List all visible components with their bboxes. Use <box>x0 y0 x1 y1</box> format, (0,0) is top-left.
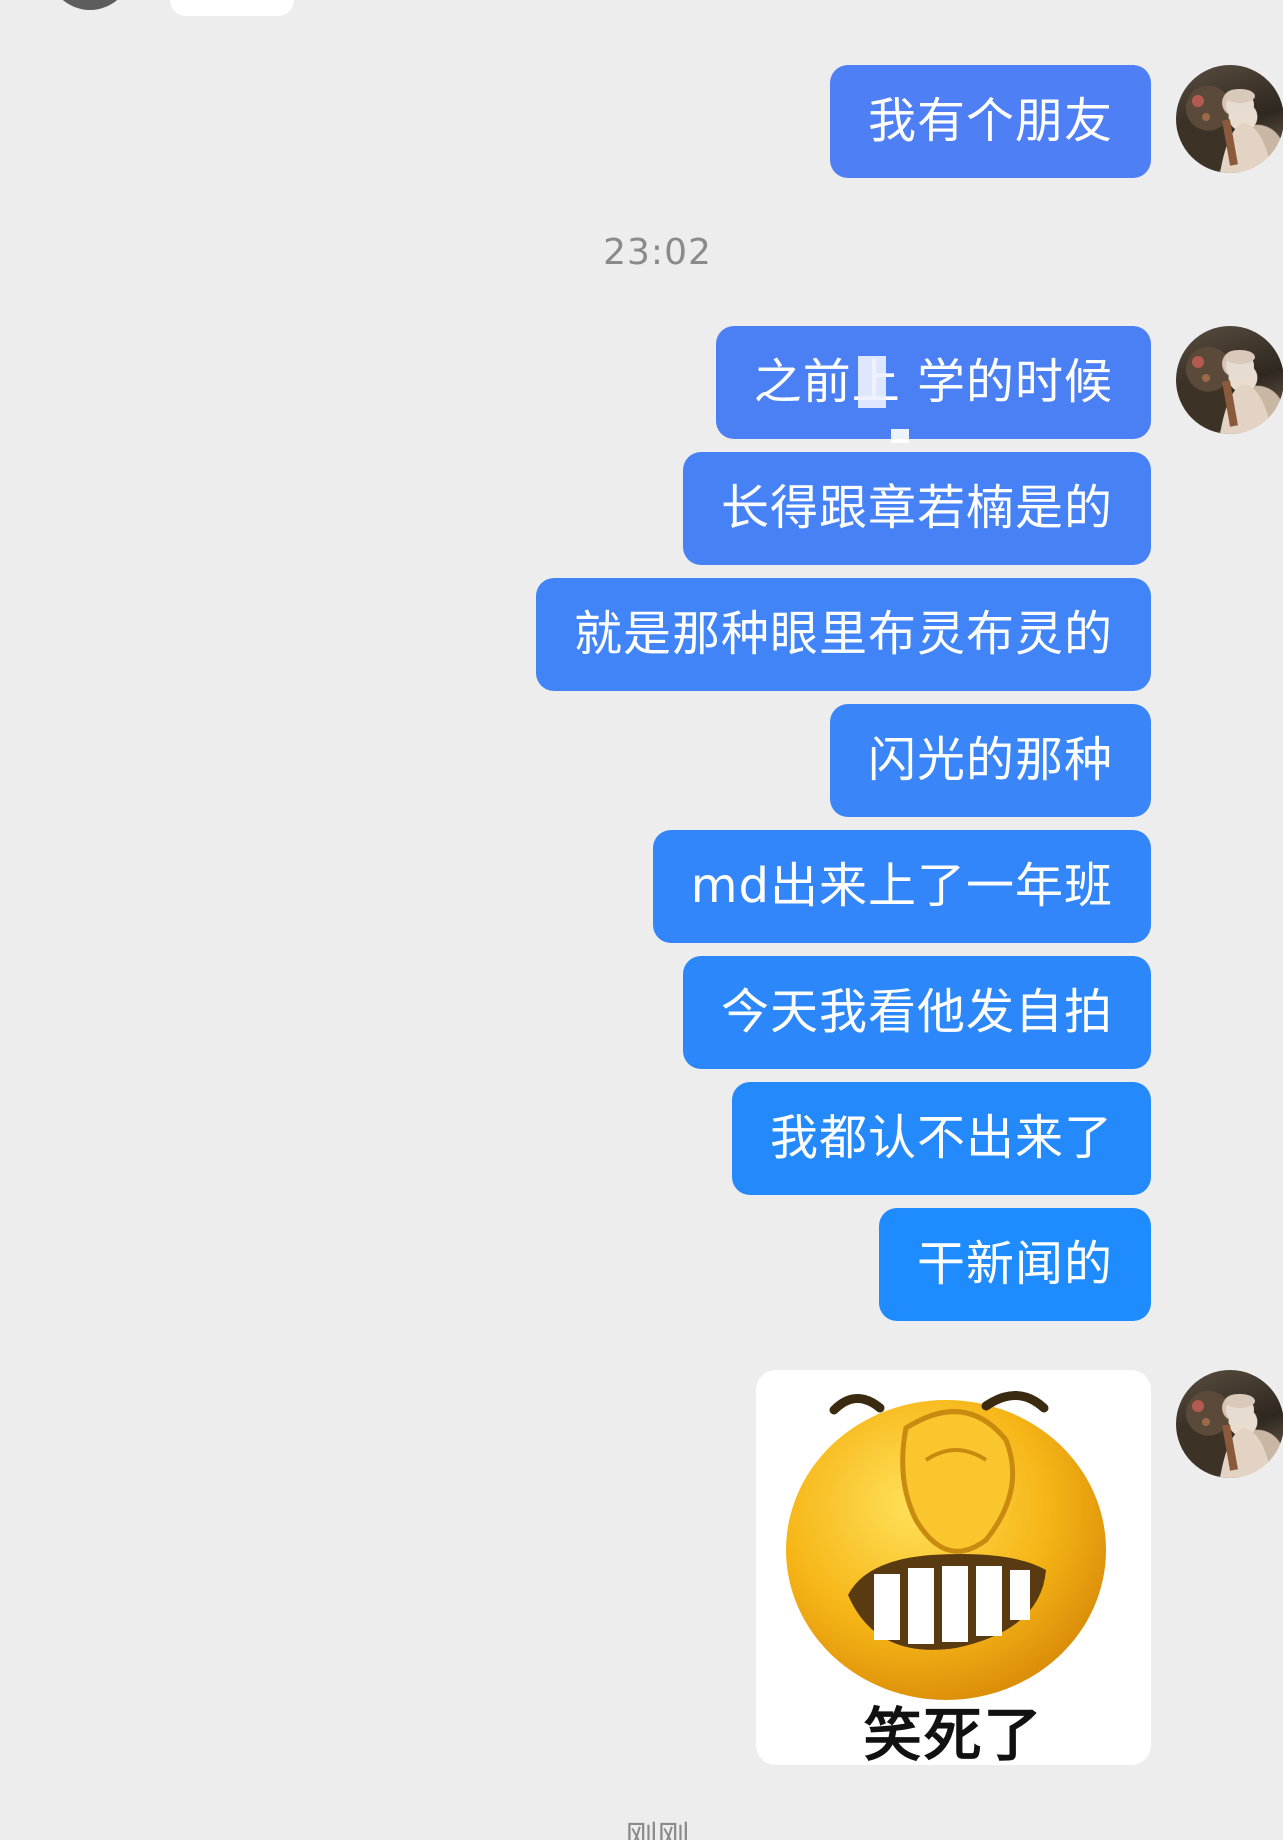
message-timestamp: 23:02 <box>603 232 712 273</box>
message-bubble[interactable]: 之前上 学的时候 <box>715 326 1151 439</box>
message-status: 刚刚 <box>625 1818 690 1840</box>
message-bubble[interactable]: 闪光的那种 <box>829 704 1151 817</box>
avatar-photo-icon <box>1192 1394 1272 1478</box>
message-bubble[interactable]: 干新闻的 <box>878 1208 1151 1321</box>
message-bubble[interactable]: 长得跟章若楠是的 <box>682 452 1151 565</box>
partner-message-bubble[interactable] <box>170 0 294 16</box>
sticker-caption: 笑死了 <box>863 1701 1044 1765</box>
user-avatar[interactable] <box>1176 65 1283 173</box>
redaction-mark <box>858 356 886 408</box>
chat-screen: 我有个朋友 23:02 之前上 学的时候 长得跟章若楠是的 就是那种眼里布灵布灵… <box>0 0 1283 1840</box>
message-bubble[interactable]: 我都认不出来了 <box>731 1082 1151 1195</box>
message-bubble[interactable]: md出来上了一年班 <box>652 830 1151 943</box>
avatar-photo-icon <box>1192 350 1272 434</box>
message-bubble[interactable]: 就是那种眼里布灵布灵的 <box>535 578 1151 691</box>
user-avatar[interactable] <box>1176 1370 1283 1478</box>
message-bubble[interactable]: 我有个朋友 <box>829 65 1151 178</box>
user-avatar[interactable] <box>1176 326 1283 434</box>
avatar-photo-icon <box>1192 89 1272 173</box>
redaction-mark <box>891 429 909 443</box>
sticker-message[interactable]: 笑死了 <box>756 1370 1151 1765</box>
message-bubble[interactable]: 今天我看他发自拍 <box>682 956 1151 1069</box>
partner-avatar[interactable] <box>48 0 132 10</box>
